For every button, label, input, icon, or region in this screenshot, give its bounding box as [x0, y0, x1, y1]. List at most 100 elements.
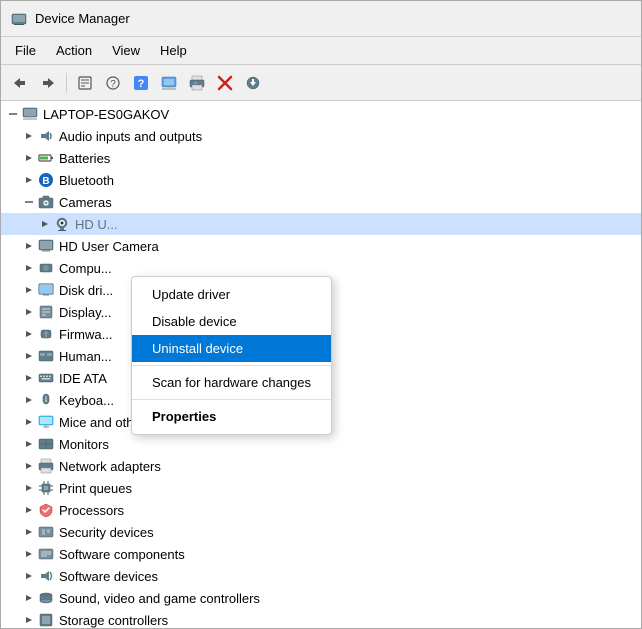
tree-item-software-devices[interactable]: Software components	[1, 543, 641, 565]
display-label: Disk dri...	[59, 283, 113, 298]
svg-text:?: ?	[138, 78, 145, 90]
cpu-icon	[37, 479, 55, 497]
expand-bluetooth[interactable]	[21, 172, 37, 188]
context-update-driver[interactable]: Update driver	[132, 281, 331, 308]
system-icon	[37, 611, 55, 628]
processors-label: Print queues	[59, 481, 132, 496]
printer-icon	[37, 457, 55, 475]
expand-software-components[interactable]	[21, 524, 37, 540]
expand-system[interactable]	[21, 612, 37, 628]
expand-display[interactable]	[21, 282, 37, 298]
menu-help[interactable]: Help	[150, 40, 197, 61]
hid-label: Firmwa...	[59, 327, 112, 342]
root-label: LAPTOP-ES0GAKOV	[43, 107, 169, 122]
audio-label: Audio inputs and outputs	[59, 129, 202, 144]
tree-item-software-components[interactable]: Security devices	[1, 521, 641, 543]
tree-item-hd-camera[interactable]: HD U...	[1, 213, 641, 235]
software-components-label: Security devices	[59, 525, 154, 540]
download-button[interactable]	[240, 70, 266, 96]
tree-item-security[interactable]: Processors	[1, 499, 641, 521]
tree-item-storage[interactable]: Sound, video and game controllers	[1, 587, 641, 609]
expand-batteries[interactable]	[21, 150, 37, 166]
back-button[interactable]	[7, 70, 33, 96]
monitor-icon	[37, 413, 55, 431]
expand-storage[interactable]	[21, 590, 37, 606]
bluetooth-icon: B	[37, 171, 55, 189]
expand-audio[interactable]	[21, 128, 37, 144]
expand-mice[interactable]	[21, 392, 37, 408]
tree-item-sound[interactable]: Software devices	[1, 565, 641, 587]
bluetooth-label: Bluetooth	[59, 173, 114, 188]
context-menu: Update driver Disable device Uninstall d…	[131, 276, 332, 435]
expand-network[interactable]	[21, 436, 37, 452]
security-label: Processors	[59, 503, 124, 518]
audio-icon	[37, 127, 55, 145]
storage-label: Sound, video and game controllers	[59, 591, 260, 606]
sound-icon	[37, 567, 55, 585]
expand-keyboard[interactable]	[21, 370, 37, 386]
context-scan-hardware[interactable]: Scan for hardware changes	[132, 369, 331, 396]
expand-monitors[interactable]	[21, 414, 37, 430]
context-properties[interactable]: Properties	[132, 403, 331, 430]
disk-icon	[37, 259, 55, 277]
expand-hid[interactable]	[21, 326, 37, 342]
context-uninstall-device[interactable]: Uninstall device	[132, 335, 331, 362]
tree-item-computer[interactable]: HD User Camera	[1, 235, 641, 257]
software-comp-icon	[37, 523, 55, 541]
expand-root[interactable]	[5, 106, 21, 122]
remove-button[interactable]	[212, 70, 238, 96]
mice-label: Keyboa...	[59, 393, 114, 408]
expand-disk[interactable]	[21, 260, 37, 276]
print-button[interactable]	[184, 70, 210, 96]
expand-processors[interactable]	[21, 480, 37, 496]
svg-text:B: B	[42, 176, 49, 187]
tree-item-bluetooth[interactable]: B Bluetooth	[1, 169, 641, 191]
properties-button[interactable]	[72, 70, 98, 96]
scan-button[interactable]	[156, 70, 182, 96]
expand-sound[interactable]	[21, 568, 37, 584]
tree-item-batteries[interactable]: Batteries	[1, 147, 641, 169]
disk-label: Compu...	[59, 261, 112, 276]
menu-file[interactable]: File	[5, 40, 46, 61]
computer-label: HD User Camera	[59, 239, 159, 254]
expand-ideata[interactable]	[21, 348, 37, 364]
device-manager-window: Device Manager File Action View Help	[0, 0, 642, 629]
batteries-label: Batteries	[59, 151, 110, 166]
expand-print[interactable]	[21, 458, 37, 474]
tree-item-processors[interactable]: Print queues	[1, 477, 641, 499]
expand-cameras[interactable]	[21, 194, 37, 210]
window-icon	[11, 11, 27, 27]
menu-view[interactable]: View	[102, 40, 150, 61]
context-disable-device[interactable]: Disable device	[132, 308, 331, 335]
tree-item-network[interactable]: Monitors	[1, 433, 641, 455]
tree-root[interactable]: LAPTOP-ES0GAKOV	[1, 103, 641, 125]
expand-security[interactable]	[21, 502, 37, 518]
tree-item-audio[interactable]: Audio inputs and outputs	[1, 125, 641, 147]
keyboard-icon	[37, 369, 55, 387]
update-button[interactable]: ?	[100, 70, 126, 96]
expand-hd-camera[interactable]	[37, 216, 53, 232]
menu-bar: File Action View Help	[1, 37, 641, 65]
battery-icon	[37, 149, 55, 167]
network-icon	[37, 435, 55, 453]
forward-button[interactable]	[35, 70, 61, 96]
expand-computer[interactable]	[21, 238, 37, 254]
hid-icon	[37, 325, 55, 343]
expand-firmware[interactable]	[21, 304, 37, 320]
network-label: Monitors	[59, 437, 109, 452]
main-content[interactable]: LAPTOP-ES0GAKOV Audio inputs and outputs	[1, 101, 641, 628]
tree-item-print[interactable]: Network adapters	[1, 455, 641, 477]
camera-icon	[37, 193, 55, 211]
expand-software-devices[interactable]	[21, 546, 37, 562]
context-separator-1	[132, 365, 331, 366]
tree-item-system[interactable]: Storage controllers	[1, 609, 641, 628]
tree-item-cameras[interactable]: Cameras	[1, 191, 641, 213]
title-bar: Device Manager	[1, 1, 641, 37]
help-button[interactable]: ?	[128, 70, 154, 96]
firmware-icon	[37, 303, 55, 321]
software-devices-label: Software components	[59, 547, 185, 562]
context-separator-2	[132, 399, 331, 400]
cameras-label: Cameras	[59, 195, 112, 210]
menu-action[interactable]: Action	[46, 40, 102, 61]
system-label: Storage controllers	[59, 613, 168, 628]
